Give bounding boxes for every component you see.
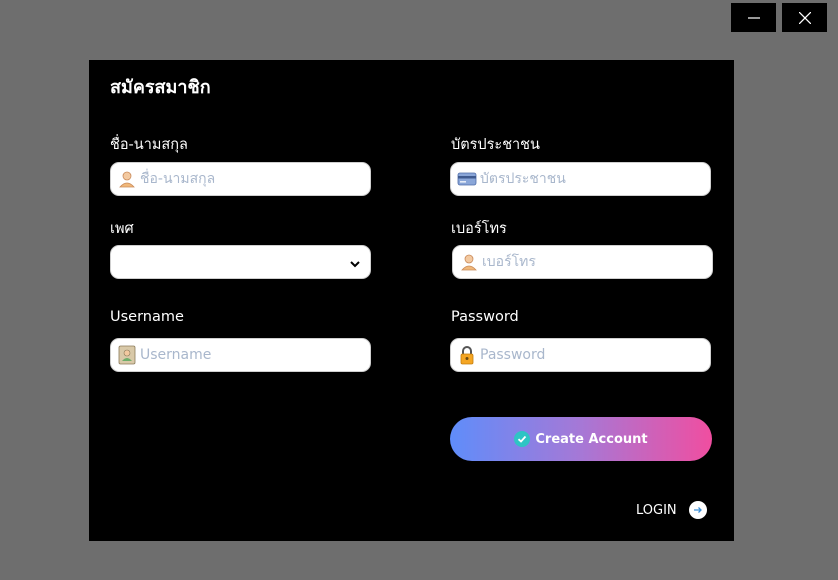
minimize-icon [747,16,760,19]
username-label: Username [110,309,184,325]
close-button[interactable] [782,3,827,32]
username-field[interactable] [110,338,371,372]
user-icon [459,252,479,272]
close-icon [798,11,811,24]
fullname-input[interactable] [140,163,370,195]
password-field[interactable] [450,338,711,372]
phone-input[interactable] [482,246,712,278]
credit-card-icon [457,169,477,189]
check-circle-icon [514,431,531,447]
create-account-label: Create Account [535,431,648,447]
contact-card-icon [117,345,137,365]
password-input[interactable] [480,339,710,371]
fullname-field[interactable] [110,162,371,196]
phone-label: เบอร์โทร [451,221,507,237]
lock-icon [457,345,477,365]
create-account-button[interactable]: Create Account [450,417,712,461]
id-card-input[interactable] [480,163,710,195]
login-label: LOGIN [636,502,677,518]
chevron-down-icon [350,253,360,272]
page-title: สมัครสมาชิก [110,77,211,98]
arrow-right-circle-icon [688,501,707,519]
minimize-button[interactable] [731,3,776,32]
id-card-field[interactable] [450,162,711,196]
user-icon [117,169,137,189]
phone-field[interactable] [452,245,713,279]
username-input[interactable] [140,339,370,371]
login-link[interactable]: LOGIN [636,501,707,519]
gender-select[interactable] [110,245,371,279]
register-panel: สมัครสมาชิก ชื่อ-นามสกุล บัตรประชาชน เพศ [89,60,734,541]
gender-label: เพศ [110,221,134,237]
password-label: Password [451,309,519,325]
id-card-label: บัตรประชาชน [451,137,540,153]
fullname-label: ชื่อ-นามสกุล [110,137,188,153]
